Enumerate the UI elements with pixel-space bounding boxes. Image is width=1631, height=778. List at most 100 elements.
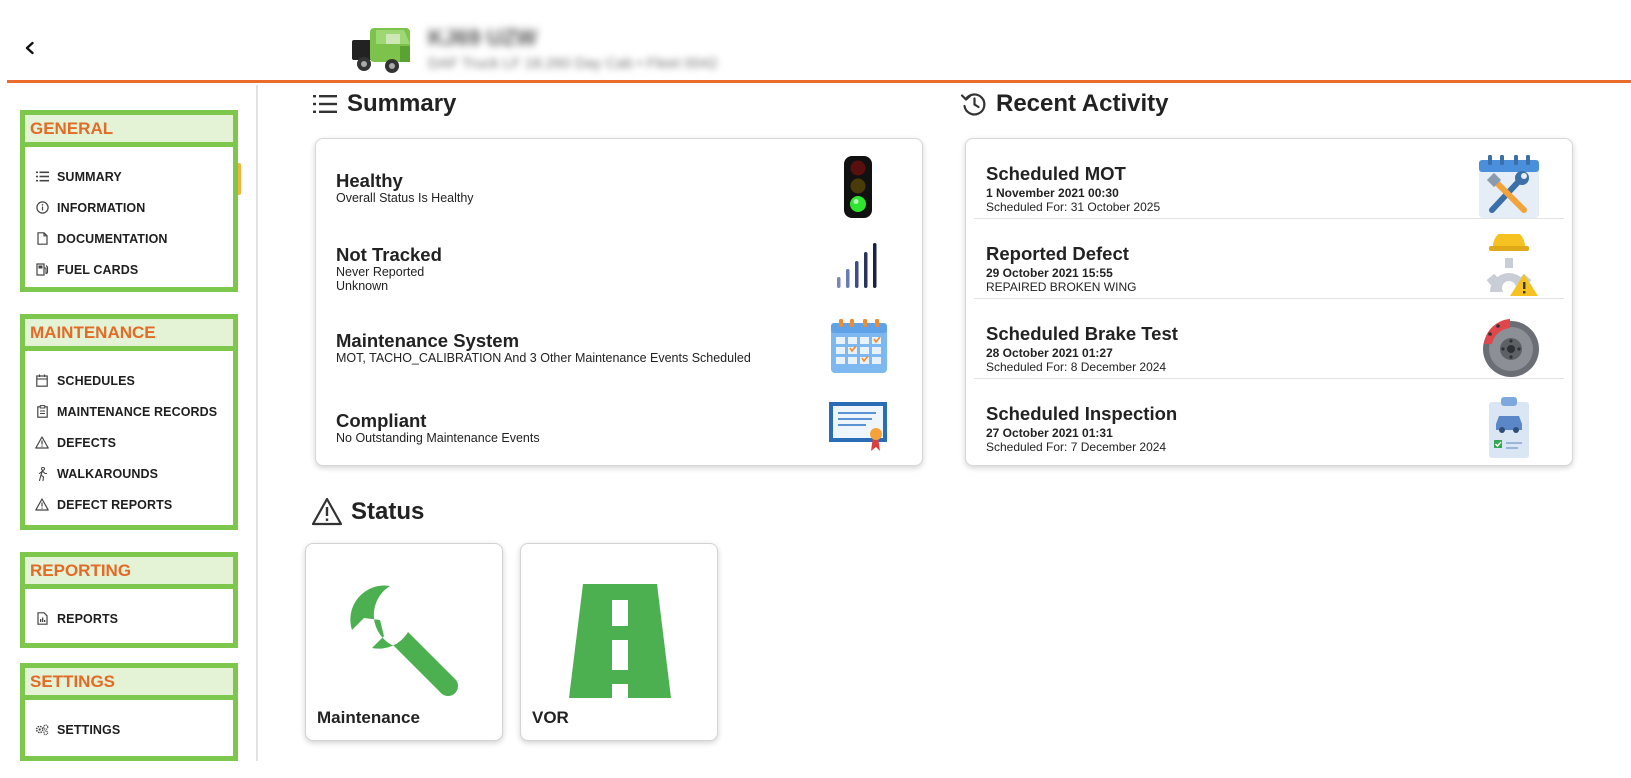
calendar-tools-icon (1479, 155, 1539, 218)
status-tile-label: Maintenance (317, 708, 420, 727)
activity-row[interactable]: Scheduled Inspection 27 October 2021 01:… (974, 379, 1564, 459)
nav-section-title: GENERAL (30, 118, 114, 138)
activity-row[interactable]: Reported Defect 29 October 2021 15:55 RE… (974, 219, 1564, 299)
activity-row-date: 1 November 2021 00:30 (986, 186, 1119, 200)
sidebar-divider (256, 85, 258, 761)
summary-row-tracking: Not Tracked Never Reported Unknown (336, 244, 896, 294)
back-button[interactable] (18, 36, 42, 60)
summary-row-title: Maintenance System (336, 330, 520, 351)
warning-triangle-icon (311, 497, 343, 526)
activity-row-title: Scheduled Inspection (986, 403, 1178, 424)
sidebar-item-label: REPORTS (57, 611, 119, 626)
wrench-icon (350, 585, 458, 696)
sidebar-item-label: SUMMARY (57, 169, 122, 184)
gear-warning-icon (1486, 234, 1538, 296)
list-icon (313, 95, 337, 113)
sidebar-item-defects[interactable]: DEFECTS (35, 427, 233, 458)
nav-section-header: SETTINGS (25, 668, 233, 700)
activity-row-date: 28 October 2021 01:27 (986, 346, 1113, 360)
activity-row-date: 27 October 2021 01:31 (986, 426, 1113, 440)
status-heading: Status (311, 496, 424, 528)
activity-row-detail: Scheduled For: 31 October 2025 (986, 200, 1161, 214)
sidebar-item-label: WALKAROUNDS (57, 466, 159, 481)
fuel-pump-icon (35, 263, 49, 277)
activity-row-detail: REPAIRED BROKEN WING (986, 280, 1137, 294)
document-icon (35, 232, 49, 246)
gears-icon (35, 723, 49, 737)
summary-row-subtitle: MOT, TACHO_CALIBRATION And 3 Other Maint… (336, 351, 751, 365)
warning-triangle-icon (35, 498, 49, 512)
summary-row-title: Not Tracked (336, 244, 442, 265)
summary-heading: Summary (311, 90, 456, 118)
sidebar-item-label: SCHEDULES (57, 373, 135, 388)
road-icon (569, 584, 671, 698)
activity-row-title: Reported Defect (986, 243, 1129, 264)
summary-row-title: Compliant (336, 410, 427, 431)
summary-heading-text: Summary (347, 90, 457, 117)
nav-section-reporting: REPORTING REPORTS (20, 552, 238, 648)
activity-row-title: Scheduled MOT (986, 163, 1126, 184)
report-file-icon (35, 612, 49, 626)
recent-activity-heading: Recent Activity (960, 90, 1169, 118)
summary-row-title: Healthy (336, 170, 403, 191)
nav-section-maintenance: MAINTENANCE SCHEDULES MAINTENANCE RECORD… (20, 314, 238, 530)
nav-section-header: REPORTING (25, 557, 233, 589)
history-icon (960, 93, 986, 116)
sidebar-item-defect-reports[interactable]: DEFECT REPORTS (35, 489, 233, 520)
sidebar-item-information[interactable]: INFORMATION (35, 192, 233, 223)
summary-row-subtitle-2: Unknown (336, 279, 389, 293)
vehicle-subtitle: DAF Truck LF 18.260 Day Cab • Fleet 0042 (428, 55, 718, 72)
status-tile-vor[interactable]: VOR (520, 543, 718, 741)
sidebar-item-label: FUEL CARDS (57, 262, 139, 277)
header-divider (7, 80, 1631, 83)
summary-row-health: Healthy Overall Status Is Healthy (336, 170, 896, 206)
info-circle-icon (35, 201, 49, 215)
signal-bars-icon (837, 243, 877, 288)
status-heading-text: Status (351, 498, 425, 525)
top-bar: KJ69 UZW DAF Truck LF 18.260 Day Cab • F… (0, 0, 1631, 83)
sidebar-item-label: INFORMATION (57, 200, 146, 215)
summary-row-subtitle: Never Reported (336, 265, 425, 279)
activity-row-detail: Scheduled For: 7 December 2024 (986, 440, 1167, 454)
sidebar-item-maintenance-records[interactable]: MAINTENANCE RECORDS (35, 396, 233, 427)
sidebar-item-label: MAINTENANCE RECORDS (57, 404, 218, 419)
walking-person-icon (35, 466, 49, 481)
activity-row-title: Scheduled Brake Test (986, 323, 1178, 344)
traffic-light-icon (844, 156, 872, 218)
sidebar-item-walkarounds[interactable]: WALKAROUNDS (35, 458, 233, 489)
recent-activity-heading-text: Recent Activity (996, 90, 1169, 117)
nav-section-header: GENERAL (25, 115, 233, 147)
sidebar-item-schedules[interactable]: SCHEDULES (35, 365, 233, 396)
nav-section-title: MAINTENANCE (30, 322, 156, 342)
status-tile-label: VOR (532, 708, 569, 727)
activity-row[interactable]: Scheduled MOT 1 November 2021 00:30 Sche… (974, 139, 1564, 219)
sidebar-item-fuel-cards[interactable]: FUEL CARDS (35, 254, 233, 285)
clipboard-icon (35, 405, 49, 419)
sidebar-item-label: SETTINGS (57, 722, 121, 737)
summary-row-subtitle: Overall Status Is Healthy (336, 191, 474, 205)
activity-row-detail: Scheduled For: 8 December 2024 (986, 360, 1167, 374)
recent-activity-card: Scheduled MOT 1 November 2021 00:30 Sche… (965, 138, 1573, 466)
activity-row[interactable]: Scheduled Brake Test 28 October 2021 01:… (974, 299, 1564, 379)
summary-row-maintenance: Maintenance System MOT, TACHO_CALIBRATIO… (336, 330, 896, 366)
inspection-clipboard-icon (1489, 397, 1529, 458)
sidebar-item-summary[interactable]: SUMMARY (35, 161, 233, 192)
sidebar-item-label: DEFECTS (57, 435, 117, 450)
chevron-left-icon (25, 41, 34, 55)
sidebar-item-documentation[interactable]: DOCUMENTATION (35, 223, 233, 254)
nav-section-header: MAINTENANCE (25, 319, 233, 351)
sidebar-item-settings[interactable]: SETTINGS (35, 714, 233, 745)
nav-section-title: REPORTING (30, 560, 132, 580)
activity-row-date: 29 October 2021 15:55 (986, 266, 1113, 280)
summary-row-compliance: Compliant No Outstanding Maintenance Eve… (336, 410, 896, 446)
summary-card: Healthy Overall Status Is Healthy Not Tr… (315, 138, 923, 466)
brake-disc-icon (1483, 319, 1539, 377)
certificate-icon (829, 402, 887, 451)
vehicle-title: KJ69 UZW (428, 25, 537, 50)
truck-icon (352, 28, 410, 73)
nav-section-settings: SETTINGS SETTINGS (20, 663, 238, 761)
summary-row-subtitle: No Outstanding Maintenance Events (336, 431, 540, 445)
nav-section-general: GENERAL SUMMARY INFORMATION DOCUMENTATIO… (20, 110, 238, 292)
status-tile-maintenance[interactable]: Maintenance (305, 543, 503, 741)
sidebar-item-reports[interactable]: REPORTS (35, 603, 233, 634)
